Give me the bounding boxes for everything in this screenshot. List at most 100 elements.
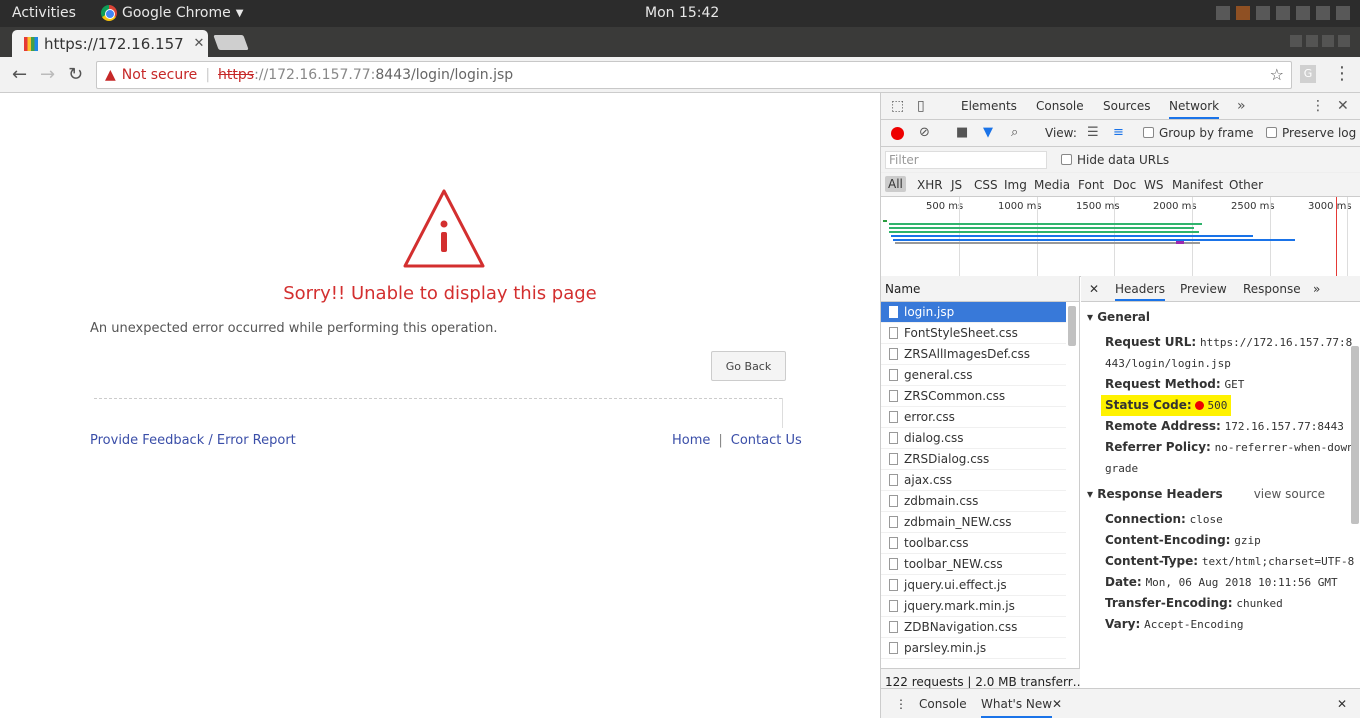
- response-headers-section-header[interactable]: ▾ Response Headers view source: [1087, 487, 1355, 501]
- request-row[interactable]: ZRSCommon.css: [881, 386, 1066, 407]
- close-icon[interactable]: ✕: [1089, 282, 1099, 296]
- contact-link[interactable]: Contact Us: [731, 433, 802, 448]
- list-view-icon[interactable]: ☰: [1087, 125, 1099, 140]
- tray-icon[interactable]: [1276, 6, 1290, 20]
- type-filter-all[interactable]: All: [885, 176, 906, 192]
- request-row[interactable]: zdbmain_NEW.css: [881, 512, 1066, 533]
- window-control[interactable]: [1338, 35, 1350, 47]
- kebab-menu-icon[interactable]: ⋮: [1333, 63, 1351, 84]
- request-row[interactable]: login.jsp: [881, 302, 1066, 323]
- request-row[interactable]: error.css: [881, 407, 1066, 428]
- back-arrow-icon[interactable]: ←: [12, 64, 27, 85]
- request-row[interactable]: parsley.min.js: [881, 638, 1066, 659]
- close-icon[interactable]: ✕: [1337, 98, 1349, 114]
- activities-button[interactable]: Activities: [12, 5, 76, 21]
- scrollbar[interactable]: [1351, 346, 1359, 524]
- inspect-icon[interactable]: ⬚: [891, 98, 904, 114]
- tab-whats-new[interactable]: What's New: [981, 697, 1053, 718]
- star-icon[interactable]: ☆: [1270, 65, 1284, 84]
- group-by-frame-checkbox[interactable]: Group by frame: [1143, 126, 1253, 140]
- waterfall-view-icon[interactable]: ≡: [1113, 125, 1124, 140]
- more-tabs-icon[interactable]: »: [1237, 98, 1246, 114]
- checkbox-icon[interactable]: [1266, 127, 1277, 138]
- more-tabs-icon[interactable]: »: [1313, 282, 1320, 296]
- tray-icon[interactable]: [1216, 6, 1230, 20]
- tab-preview[interactable]: Preview: [1180, 282, 1227, 296]
- type-filter-font[interactable]: Font: [1078, 178, 1104, 192]
- type-filter-manifest[interactable]: Manifest: [1172, 178, 1223, 192]
- type-filter-xhr[interactable]: XHR: [917, 178, 943, 192]
- preserve-log-checkbox[interactable]: Preserve log: [1266, 126, 1356, 140]
- name-column-header[interactable]: Name: [881, 276, 1079, 302]
- request-row[interactable]: zdbmain.css: [881, 491, 1066, 512]
- device-toggle-icon[interactable]: ▯: [917, 98, 925, 114]
- type-filter-doc[interactable]: Doc: [1113, 178, 1136, 192]
- type-filter-js[interactable]: JS: [951, 178, 962, 192]
- tab-network[interactable]: Network: [1169, 99, 1220, 119]
- type-filter-img[interactable]: Img: [1004, 178, 1027, 192]
- go-back-button[interactable]: Go Back: [711, 351, 786, 381]
- tab-sources[interactable]: Sources: [1103, 99, 1150, 113]
- camera-icon[interactable]: ■: [956, 125, 968, 140]
- feedback-link[interactable]: Provide Feedback / Error Report: [90, 433, 296, 448]
- tab-drawer-console[interactable]: Console: [919, 697, 967, 711]
- request-row[interactable]: ZDBNavigation.css: [881, 617, 1066, 638]
- scrollbar[interactable]: [1068, 306, 1076, 346]
- tab-response[interactable]: Response: [1243, 282, 1301, 296]
- view-source-link[interactable]: view source: [1254, 487, 1325, 501]
- system-tray[interactable]: [1216, 6, 1350, 20]
- request-row[interactable]: jquery.mark.min.js: [881, 596, 1066, 617]
- app-menu[interactable]: Google Chrome ▼: [101, 5, 243, 21]
- tab-console[interactable]: Console: [1036, 99, 1084, 113]
- tray-icon[interactable]: [1236, 6, 1250, 20]
- filter-icon[interactable]: ▼: [983, 125, 993, 140]
- close-icon[interactable]: ✕: [1052, 697, 1062, 711]
- browser-tab[interactable]: https://172.16.157. ✕: [12, 30, 208, 57]
- clock[interactable]: Mon 15:42: [645, 5, 719, 21]
- tray-icon[interactable]: [1296, 6, 1310, 20]
- new-tab-button[interactable]: [213, 35, 249, 50]
- record-icon[interactable]: [891, 127, 904, 140]
- search-icon[interactable]: ⌕: [1011, 125, 1018, 140]
- window-control[interactable]: [1306, 35, 1318, 47]
- tray-icon[interactable]: [1316, 6, 1330, 20]
- type-filter-css[interactable]: CSS: [974, 178, 998, 192]
- request-row[interactable]: general.css: [881, 365, 1066, 386]
- network-overview[interactable]: 500 ms 1000 ms 1500 ms 2000 ms 2500 ms 3…: [881, 197, 1360, 277]
- type-filter-media[interactable]: Media: [1034, 178, 1070, 192]
- window-control[interactable]: [1290, 35, 1302, 47]
- type-filter-other[interactable]: Other: [1229, 178, 1263, 192]
- tab-elements[interactable]: Elements: [961, 99, 1017, 113]
- address-bar[interactable]: ▲ Not secure | https ://172.16.157.77: 8…: [96, 61, 1292, 89]
- request-row[interactable]: dialog.css: [881, 428, 1066, 449]
- tray-icon[interactable]: [1336, 6, 1350, 20]
- tray-icon[interactable]: [1256, 6, 1270, 20]
- checkbox-icon[interactable]: [1143, 127, 1154, 138]
- request-row[interactable]: ZRSDialog.css: [881, 449, 1066, 470]
- request-row[interactable]: ZRSAllImagesDef.css: [881, 344, 1066, 365]
- warning-icon[interactable]: ▲: [105, 67, 116, 83]
- kebab-menu-icon[interactable]: ⋮: [895, 697, 907, 711]
- request-row[interactable]: jquery.ui.effect.js: [881, 575, 1066, 596]
- tab-headers[interactable]: Headers: [1115, 282, 1165, 301]
- close-icon[interactable]: ✕: [1337, 697, 1347, 711]
- request-row[interactable]: ajax.css: [881, 470, 1066, 491]
- forward-arrow-icon[interactable]: →: [40, 64, 55, 85]
- window-control[interactable]: [1322, 35, 1334, 47]
- type-filter-ws[interactable]: WS: [1144, 178, 1163, 192]
- kebab-menu-icon[interactable]: ⋮: [1311, 98, 1325, 114]
- filter-input[interactable]: Filter: [885, 151, 1047, 169]
- reload-icon[interactable]: ↻: [68, 64, 83, 85]
- extension-icon[interactable]: G: [1300, 65, 1316, 83]
- security-label[interactable]: Not secure: [122, 67, 198, 83]
- checkbox-icon[interactable]: [1061, 154, 1072, 165]
- content-encoding-row: Content-Encoding: gzip: [1105, 530, 1355, 551]
- request-row[interactable]: toolbar_NEW.css: [881, 554, 1066, 575]
- general-section-header[interactable]: ▾ General: [1087, 310, 1355, 324]
- home-link[interactable]: Home: [672, 433, 710, 448]
- request-row[interactable]: toolbar.css: [881, 533, 1066, 554]
- clear-icon[interactable]: ⊘: [919, 125, 930, 140]
- request-row[interactable]: FontStyleSheet.css: [881, 323, 1066, 344]
- close-icon[interactable]: ✕: [190, 36, 208, 51]
- hide-data-urls-checkbox[interactable]: Hide data URLs: [1061, 153, 1169, 167]
